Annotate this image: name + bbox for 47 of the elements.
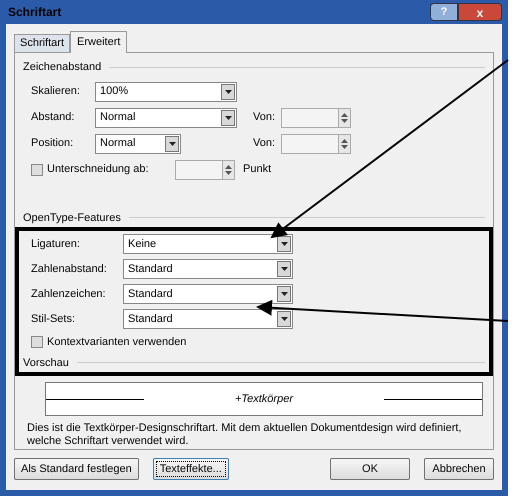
dropdown-value: Normal bbox=[99, 136, 136, 152]
field-label: Zahlenzeichen: bbox=[31, 286, 107, 302]
spin-field[interactable] bbox=[281, 108, 351, 128]
checkbox-label: Unterschneidung ab: bbox=[47, 162, 150, 178]
preview-description: Dies ist die Textkörper-Designschriftart. Mit dem aktuellen Dokumentdesign wird definiert, welche Schriftart verwendet wird. bbox=[26, 422, 462, 448]
field-label: Abstand: bbox=[31, 110, 76, 126]
field-label: Position: bbox=[31, 136, 74, 152]
dialog-button[interactable]: Als Standard festlegen bbox=[14, 458, 139, 480]
spinner-arrows-icon bbox=[222, 160, 234, 178]
close-button[interactable]: x bbox=[458, 3, 502, 21]
dropdown-value: Keine bbox=[127, 236, 156, 252]
dropdown-value: Standard bbox=[127, 286, 173, 302]
dropdown-field[interactable]: 100% bbox=[95, 82, 237, 102]
checkbox[interactable] bbox=[31, 336, 43, 348]
field-label: Zahlenabstand: bbox=[31, 262, 108, 277]
dropdown-value: Normal bbox=[99, 110, 136, 126]
preview-sample-text: +Textkörper bbox=[234, 392, 294, 407]
field-label: Ligaturen: bbox=[31, 236, 81, 252]
dropdown-value: 100% bbox=[99, 84, 128, 100]
tab[interactable]: Schriftart bbox=[14, 34, 70, 52]
dialog-button[interactable]: OK bbox=[330, 458, 410, 480]
window-title: Schriftart bbox=[8, 4, 62, 21]
dropdown-field[interactable]: Standard bbox=[123, 309, 293, 329]
spinner-arrows-icon bbox=[338, 108, 350, 126]
checkbox-label: Kontextvarianten verwenden bbox=[47, 335, 186, 350]
field-label: Von: bbox=[253, 136, 276, 152]
dropdown-value: Standard bbox=[127, 312, 173, 327]
dialog-button[interactable]: Texteffekte... bbox=[152, 458, 229, 480]
dropdown-field[interactable]: Standard bbox=[123, 259, 293, 279]
field-label: Skalieren: bbox=[31, 84, 81, 100]
section-heading: OpenType-Features bbox=[23, 210, 121, 226]
section-heading: Vorschau bbox=[23, 356, 69, 370]
spin-field[interactable] bbox=[281, 134, 351, 154]
unit-label: Punkt bbox=[243, 162, 272, 178]
dropdown-value: Standard bbox=[127, 262, 173, 277]
section-heading: Zeichenabstand bbox=[23, 60, 102, 75]
dropdown-field[interactable]: Standard bbox=[123, 284, 293, 304]
dropdown-field[interactable]: Normal bbox=[95, 108, 237, 128]
spin-field[interactable] bbox=[175, 160, 235, 180]
dropdown-field[interactable]: Keine bbox=[123, 234, 293, 254]
field-label: Von: bbox=[253, 110, 276, 126]
dialog-button[interactable]: Abbrechen bbox=[424, 458, 494, 480]
dropdown-field[interactable]: Normal bbox=[95, 134, 181, 154]
tab[interactable]: Erweitert bbox=[70, 31, 128, 53]
field-label: Stil-Sets: bbox=[31, 312, 76, 327]
checkbox[interactable] bbox=[31, 164, 43, 176]
spinner-arrows-icon bbox=[338, 134, 350, 152]
